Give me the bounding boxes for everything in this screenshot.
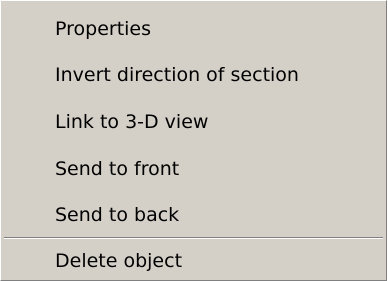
menu-item-invert-direction-of-section[interactable]: Invert direction of section — [2, 55, 385, 95]
context-menu: Properties Invert direction of section L… — [0, 0, 387, 281]
menu-item-send-to-front[interactable]: Send to front — [2, 149, 385, 189]
menu-item-properties[interactable]: Properties — [2, 9, 385, 49]
menu-item-link-to-3d-view[interactable]: Link to 3-D view — [2, 102, 385, 142]
menu-separator — [4, 237, 383, 239]
menu-item-send-to-back[interactable]: Send to back — [2, 195, 385, 235]
menu-item-delete-object[interactable]: Delete object — [2, 243, 385, 279]
